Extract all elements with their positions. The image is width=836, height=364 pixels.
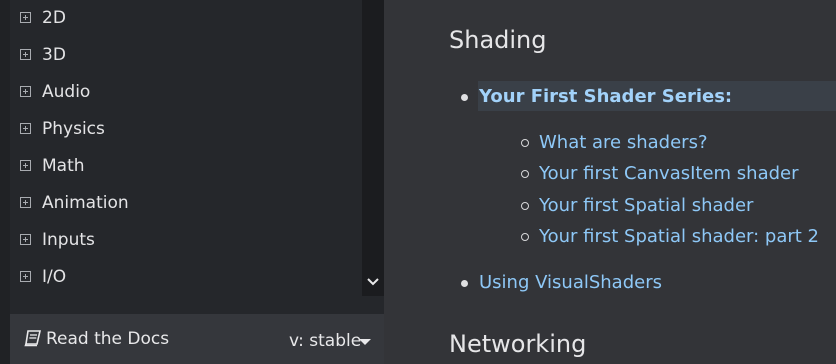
sidebar-item-io[interactable]: I/O xyxy=(0,258,362,295)
link-what-are-shaders[interactable]: What are shaders? xyxy=(539,132,708,153)
link-spatial-shader-part-2[interactable]: Your first Spatial shader: part 2 xyxy=(539,226,819,247)
expand-icon[interactable] xyxy=(20,123,31,134)
list-bullet xyxy=(521,139,529,147)
sidebar-item-physics[interactable]: Physics xyxy=(0,110,362,147)
sidebar-item-label: Audio xyxy=(42,81,91,102)
sidebar-item-label: Physics xyxy=(42,118,105,139)
link-canvasitem-shader[interactable]: Your first CanvasItem shader xyxy=(539,163,799,184)
section-heading-shading: Shading xyxy=(449,26,547,54)
version-label: v: stable xyxy=(289,331,362,351)
sidebar-item-2d[interactable]: 2D xyxy=(0,0,362,36)
sidebar-item-label: Inputs xyxy=(42,229,95,250)
sidebar-item-3d[interactable]: 3D xyxy=(0,36,362,73)
list-bullet xyxy=(461,280,468,287)
sidebar-item-label: 3D xyxy=(42,44,66,65)
read-the-docs-label: Read the Docs xyxy=(46,329,170,349)
chevron-down-icon[interactable] xyxy=(366,274,380,290)
sidebar-item-inputs[interactable]: Inputs xyxy=(0,221,362,258)
book-icon xyxy=(24,330,42,347)
list-bullet xyxy=(521,233,529,241)
sidebar-item-animation[interactable]: Animation xyxy=(0,184,362,221)
expand-icon[interactable] xyxy=(20,197,31,208)
read-the-docs-version-selector[interactable]: Read the Docs v: stable xyxy=(10,314,384,364)
sidebar-nav: 2D 3D Audio Physics Math Animation Input… xyxy=(0,0,384,364)
link-visual-shaders[interactable]: Using VisualShaders xyxy=(479,272,662,293)
expand-icon[interactable] xyxy=(20,234,31,245)
expand-icon[interactable] xyxy=(20,160,31,171)
sidebar-item-label: 2D xyxy=(42,7,66,28)
link-spatial-shader[interactable]: Your first Spatial shader xyxy=(539,195,753,216)
expand-icon[interactable] xyxy=(20,49,31,60)
sidebar-item-audio[interactable]: Audio xyxy=(0,73,362,110)
list-bullet xyxy=(521,202,529,210)
section-heading-networking: Networking xyxy=(449,330,587,358)
sidebar-item-label: Animation xyxy=(42,192,129,213)
sidebar-item-label: Math xyxy=(42,155,85,176)
expand-icon[interactable] xyxy=(20,12,31,23)
sidebar-item-math[interactable]: Math xyxy=(0,147,362,184)
expand-icon[interactable] xyxy=(20,271,31,282)
expand-icon[interactable] xyxy=(20,86,31,97)
link-shader-series[interactable]: Your First Shader Series: xyxy=(479,86,732,107)
sidebar-item-label: I/O xyxy=(42,266,67,287)
list-bullet xyxy=(521,170,529,178)
caret-down-icon xyxy=(359,339,371,345)
sidebar-scrollbar[interactable] xyxy=(362,0,384,296)
list-bullet xyxy=(461,94,468,101)
